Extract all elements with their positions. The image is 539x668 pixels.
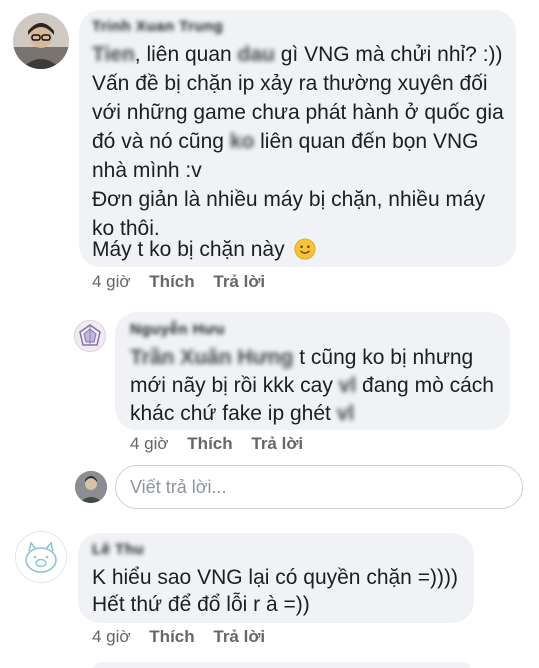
redacted-text: Trần Xuân Hưng	[130, 346, 294, 369]
comment-text-line: Trần Xuân Hưng t cũng ko bị nhưng	[130, 346, 474, 369]
comment-timestamp[interactable]: 4 giờ	[92, 627, 131, 646]
comment-text-line: Vấn đề bị chặn ip xảy ra thường xuyên đố…	[92, 72, 488, 95]
next-comment-bubble	[92, 662, 472, 668]
avatar[interactable]	[15, 531, 67, 583]
like-button[interactable]: Thích	[149, 272, 194, 291]
comment-timestamp[interactable]: 4 giờ	[92, 272, 131, 291]
comment-author[interactable]: Nguyễn Hưu	[130, 321, 225, 338]
comment-text-line: Tien, liên quan dau gì VNG mà chửi nhỉ? …	[92, 43, 503, 66]
comment-thread: Trinh Xuan Trung Tien, liên quan dau gì …	[0, 0, 539, 668]
reply-button[interactable]: Trả lời	[213, 272, 265, 291]
comment-text-line: đó và nó cũng ko liên quan đến bọn VNG	[92, 130, 479, 153]
comment-text-line: Hết thứ để đổ lỗi r à =))	[92, 593, 310, 616]
slightly-smiling-face-icon	[294, 238, 316, 260]
redacted-text: vl	[336, 402, 355, 425]
comment-author[interactable]: Lê Thu	[92, 541, 144, 558]
comment-text-line: Máy t ko bị chặn này	[92, 237, 316, 263]
comment-text-line: nhà mình :v	[92, 159, 202, 182]
redacted-text: dau	[237, 43, 275, 66]
comment-text-line: K hiểu sao VNG lại có quyền chặn =))))	[92, 566, 458, 589]
person-avatar-icon	[13, 13, 69, 69]
cartoon-pig-avatar-icon	[16, 532, 66, 582]
redacted-text: Tien	[92, 43, 135, 66]
comment-text-line: mới nãy bị rồi kkk cay vl đang mò cách	[130, 374, 494, 397]
avatar[interactable]	[13, 13, 69, 69]
comment-actions: 4 giờ Thích Trả lời	[92, 272, 265, 292]
reply-button[interactable]: Trả lời	[213, 627, 265, 646]
avatar[interactable]	[74, 320, 106, 352]
redacted-text: vl	[338, 374, 357, 397]
comment-timestamp[interactable]: 4 giờ	[130, 434, 169, 453]
comment-actions: 4 giờ Thích Trả lời	[92, 627, 265, 647]
comment-actions: 4 giờ Thích Trả lời	[130, 434, 303, 454]
redacted-text: ko	[229, 130, 255, 153]
reply-button[interactable]: Trả lời	[251, 434, 303, 453]
like-button[interactable]: Thích	[149, 627, 194, 646]
comment-text-line: khác chứ fake ip ghét vl	[130, 402, 355, 425]
comment-text-line: với những game chưa phát hành ở quốc gia	[92, 101, 504, 124]
comment-author[interactable]: Trinh Xuan Trung	[92, 18, 223, 35]
person-avatar-icon	[75, 471, 107, 503]
current-user-avatar	[75, 471, 107, 503]
comment-text-line: Đơn giản là nhiều máy bị chặn, nhiều máy	[92, 188, 486, 211]
geometric-logo-avatar-icon	[75, 321, 105, 351]
reply-input[interactable]: Viết trả lời...	[115, 465, 523, 509]
like-button[interactable]: Thích	[187, 434, 232, 453]
